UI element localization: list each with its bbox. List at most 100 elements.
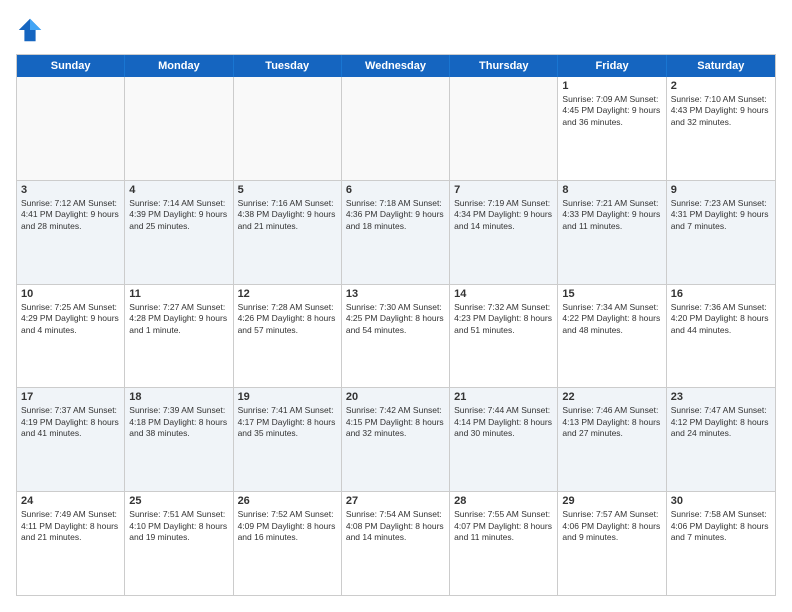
day-number: 9 bbox=[671, 184, 771, 196]
day-number: 20 bbox=[346, 391, 445, 403]
day-number: 16 bbox=[671, 288, 771, 300]
day-details: Sunrise: 7:36 AM Sunset: 4:20 PM Dayligh… bbox=[671, 302, 771, 336]
day-cell-8: 8 Sunrise: 7:21 AM Sunset: 4:33 PM Daylig… bbox=[558, 181, 666, 284]
day-number: 18 bbox=[129, 391, 228, 403]
day-details: Sunrise: 7:25 AM Sunset: 4:29 PM Dayligh… bbox=[21, 302, 120, 336]
day-number: 13 bbox=[346, 288, 445, 300]
day-cell-29: 29 Sunrise: 7:57 AM Sunset: 4:06 PM Dayli… bbox=[558, 492, 666, 595]
day-cell-11: 11Sunrise: 7:27 AM Sunset: 4:28 PM Dayli… bbox=[125, 285, 233, 388]
day-cell-22: 22 Sunrise: 7:46 AM Sunset: 4:13 PM Dayli… bbox=[558, 388, 666, 491]
day-cell-2: 2Sunrise: 7:10 AM Sunset: 4:43 PM Daylig… bbox=[667, 77, 775, 180]
day-cell-15: 15 Sunrise: 7:34 AM Sunset: 4:22 PM Dayli… bbox=[558, 285, 666, 388]
day-details: Sunrise: 7:46 AM Sunset: 4:13 PM Dayligh… bbox=[562, 405, 661, 439]
day-cell-19: 19Sunrise: 7:41 AM Sunset: 4:17 PM Dayli… bbox=[234, 388, 342, 491]
day-cell-10: 10Sunrise: 7:25 AM Sunset: 4:29 PM Dayli… bbox=[17, 285, 125, 388]
day-details: Sunrise: 7:41 AM Sunset: 4:17 PM Dayligh… bbox=[238, 405, 337, 439]
weekday-header-sunday: Sunday bbox=[17, 55, 125, 77]
calendar-row-2: 10Sunrise: 7:25 AM Sunset: 4:29 PM Dayli… bbox=[17, 284, 775, 388]
logo bbox=[16, 16, 48, 44]
weekday-header-friday: Friday bbox=[558, 55, 666, 77]
day-details: Sunrise: 7:19 AM Sunset: 4:34 PM Dayligh… bbox=[454, 198, 553, 232]
day-details: Sunrise: 7:58 AM Sunset: 4:06 PM Dayligh… bbox=[671, 509, 771, 543]
day-number: 30 bbox=[671, 495, 771, 507]
day-cell-5: 5 Sunrise: 7:16 AM Sunset: 4:38 PM Daylig… bbox=[234, 181, 342, 284]
day-cell-9: 9Sunrise: 7:23 AM Sunset: 4:31 PM Daylig… bbox=[667, 181, 775, 284]
empty-cell bbox=[450, 77, 558, 180]
day-cell-20: 20 Sunrise: 7:42 AM Sunset: 4:15 PM Dayli… bbox=[342, 388, 450, 491]
day-details: Sunrise: 7:32 AM Sunset: 4:23 PM Dayligh… bbox=[454, 302, 553, 336]
day-details: Sunrise: 7:47 AM Sunset: 4:12 PM Dayligh… bbox=[671, 405, 771, 439]
day-details: Sunrise: 7:57 AM Sunset: 4:06 PM Dayligh… bbox=[562, 509, 661, 543]
day-cell-24: 24 Sunrise: 7:49 AM Sunset: 4:11 PM Dayli… bbox=[17, 492, 125, 595]
day-details: Sunrise: 7:12 AM Sunset: 4:41 PM Dayligh… bbox=[21, 198, 120, 232]
day-details: Sunrise: 7:21 AM Sunset: 4:33 PM Dayligh… bbox=[562, 198, 661, 232]
day-cell-30: 30 Sunrise: 7:58 AM Sunset: 4:06 PM Dayli… bbox=[667, 492, 775, 595]
day-number: 12 bbox=[238, 288, 337, 300]
day-number: 15 bbox=[562, 288, 661, 300]
weekday-header-thursday: Thursday bbox=[450, 55, 558, 77]
day-details: Sunrise: 7:42 AM Sunset: 4:15 PM Dayligh… bbox=[346, 405, 445, 439]
day-cell-28: 28Sunrise: 7:55 AM Sunset: 4:07 PM Dayli… bbox=[450, 492, 558, 595]
calendar-row-4: 24 Sunrise: 7:49 AM Sunset: 4:11 PM Dayli… bbox=[17, 491, 775, 595]
day-details: Sunrise: 7:14 AM Sunset: 4:39 PM Dayligh… bbox=[129, 198, 228, 232]
day-number: 8 bbox=[562, 184, 661, 196]
day-cell-27: 27Sunrise: 7:54 AM Sunset: 4:08 PM Dayli… bbox=[342, 492, 450, 595]
day-details: Sunrise: 7:18 AM Sunset: 4:36 PM Dayligh… bbox=[346, 198, 445, 232]
day-number: 23 bbox=[671, 391, 771, 403]
day-cell-13: 13 Sunrise: 7:30 AM Sunset: 4:25 PM Dayli… bbox=[342, 285, 450, 388]
day-number: 7 bbox=[454, 184, 553, 196]
day-number: 24 bbox=[21, 495, 120, 507]
day-cell-12: 12 Sunrise: 7:28 AM Sunset: 4:26 PM Dayli… bbox=[234, 285, 342, 388]
day-cell-18: 18 Sunrise: 7:39 AM Sunset: 4:18 PM Dayli… bbox=[125, 388, 233, 491]
day-details: Sunrise: 7:28 AM Sunset: 4:26 PM Dayligh… bbox=[238, 302, 337, 336]
day-cell-16: 16 Sunrise: 7:36 AM Sunset: 4:20 PM Dayli… bbox=[667, 285, 775, 388]
header bbox=[16, 16, 776, 44]
weekday-header-tuesday: Tuesday bbox=[234, 55, 342, 77]
day-cell-7: 7 Sunrise: 7:19 AM Sunset: 4:34 PM Daylig… bbox=[450, 181, 558, 284]
day-details: Sunrise: 7:52 AM Sunset: 4:09 PM Dayligh… bbox=[238, 509, 337, 543]
weekday-header-monday: Monday bbox=[125, 55, 233, 77]
day-number: 14 bbox=[454, 288, 553, 300]
day-details: Sunrise: 7:54 AM Sunset: 4:08 PM Dayligh… bbox=[346, 509, 445, 543]
day-details: Sunrise: 7:34 AM Sunset: 4:22 PM Dayligh… bbox=[562, 302, 661, 336]
day-number: 11 bbox=[129, 288, 228, 300]
day-number: 1 bbox=[562, 80, 661, 92]
logo-icon bbox=[16, 16, 44, 44]
page: SundayMondayTuesdayWednesdayThursdayFrid… bbox=[0, 0, 792, 612]
day-number: 26 bbox=[238, 495, 337, 507]
calendar-row-3: 17Sunrise: 7:37 AM Sunset: 4:19 PM Dayli… bbox=[17, 387, 775, 491]
calendar-row-1: 3 Sunrise: 7:12 AM Sunset: 4:41 PM Daylig… bbox=[17, 180, 775, 284]
weekday-header-wednesday: Wednesday bbox=[342, 55, 450, 77]
day-details: Sunrise: 7:10 AM Sunset: 4:43 PM Dayligh… bbox=[671, 94, 771, 128]
day-number: 6 bbox=[346, 184, 445, 196]
day-details: Sunrise: 7:49 AM Sunset: 4:11 PM Dayligh… bbox=[21, 509, 120, 543]
day-cell-3: 3 Sunrise: 7:12 AM Sunset: 4:41 PM Daylig… bbox=[17, 181, 125, 284]
day-number: 5 bbox=[238, 184, 337, 196]
day-cell-26: 26 Sunrise: 7:52 AM Sunset: 4:09 PM Dayli… bbox=[234, 492, 342, 595]
day-number: 28 bbox=[454, 495, 553, 507]
day-details: Sunrise: 7:30 AM Sunset: 4:25 PM Dayligh… bbox=[346, 302, 445, 336]
day-number: 3 bbox=[21, 184, 120, 196]
day-cell-4: 4 Sunrise: 7:14 AM Sunset: 4:39 PM Daylig… bbox=[125, 181, 233, 284]
day-number: 29 bbox=[562, 495, 661, 507]
weekday-header-saturday: Saturday bbox=[667, 55, 775, 77]
day-details: Sunrise: 7:44 AM Sunset: 4:14 PM Dayligh… bbox=[454, 405, 553, 439]
empty-cell bbox=[125, 77, 233, 180]
day-cell-25: 25Sunrise: 7:51 AM Sunset: 4:10 PM Dayli… bbox=[125, 492, 233, 595]
empty-cell bbox=[17, 77, 125, 180]
calendar-header: SundayMondayTuesdayWednesdayThursdayFrid… bbox=[17, 55, 775, 77]
day-cell-17: 17Sunrise: 7:37 AM Sunset: 4:19 PM Dayli… bbox=[17, 388, 125, 491]
day-cell-14: 14 Sunrise: 7:32 AM Sunset: 4:23 PM Dayli… bbox=[450, 285, 558, 388]
day-cell-23: 23 Sunrise: 7:47 AM Sunset: 4:12 PM Dayli… bbox=[667, 388, 775, 491]
day-cell-21: 21 Sunrise: 7:44 AM Sunset: 4:14 PM Dayli… bbox=[450, 388, 558, 491]
day-details: Sunrise: 7:16 AM Sunset: 4:38 PM Dayligh… bbox=[238, 198, 337, 232]
day-details: Sunrise: 7:39 AM Sunset: 4:18 PM Dayligh… bbox=[129, 405, 228, 439]
calendar-body: 1 Sunrise: 7:09 AM Sunset: 4:45 PM Daylig… bbox=[17, 77, 775, 595]
calendar: SundayMondayTuesdayWednesdayThursdayFrid… bbox=[16, 54, 776, 596]
day-details: Sunrise: 7:09 AM Sunset: 4:45 PM Dayligh… bbox=[562, 94, 661, 128]
empty-cell bbox=[342, 77, 450, 180]
empty-cell bbox=[234, 77, 342, 180]
day-number: 4 bbox=[129, 184, 228, 196]
day-number: 22 bbox=[562, 391, 661, 403]
day-number: 21 bbox=[454, 391, 553, 403]
